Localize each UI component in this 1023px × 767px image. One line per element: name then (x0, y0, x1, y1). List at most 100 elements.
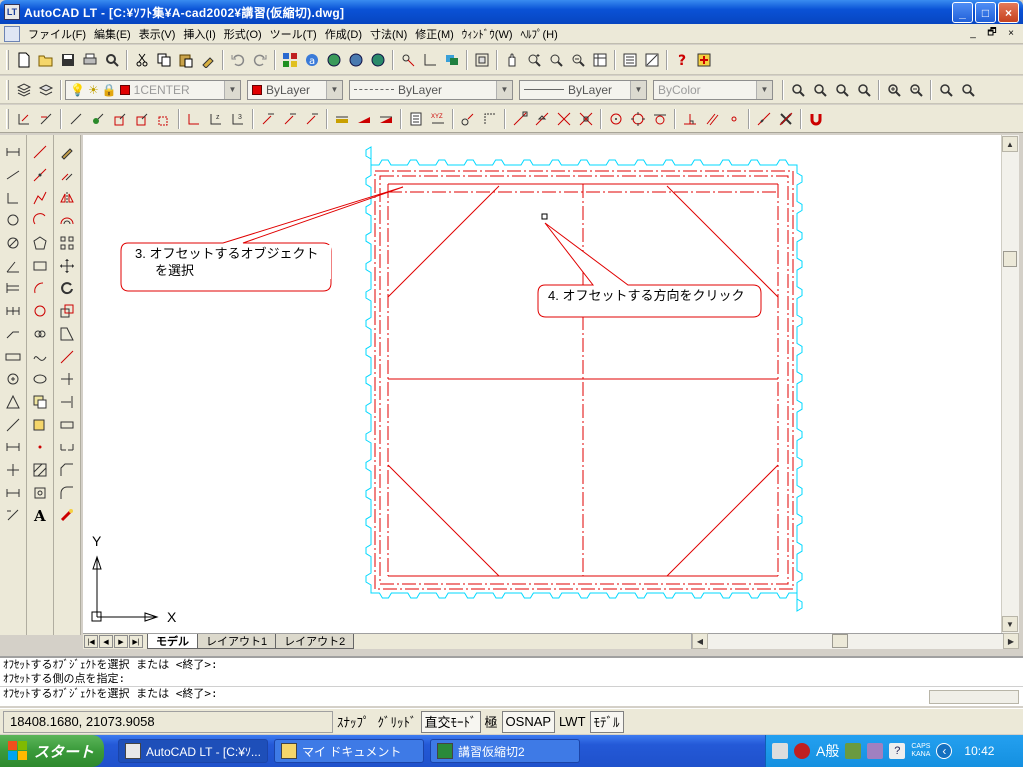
next-tab-icon[interactable]: ▶ (114, 635, 128, 648)
drawing-canvas[interactable]: 3. オフセットするオブジェクト を選択 4. オフセットする方向をクリック Y… (83, 135, 1001, 633)
construction-line-icon[interactable] (29, 164, 51, 187)
horizontal-scroll-thumb[interactable] (832, 634, 848, 648)
osnap-from-icon[interactable] (479, 108, 501, 130)
chamfer-icon[interactable] (56, 459, 78, 482)
make-block-icon[interactable] (29, 413, 51, 436)
menu-window[interactable]: ｳｨﾝﾄﾞｳ(W) (458, 26, 517, 42)
zoom-dynamic-icon[interactable] (809, 79, 831, 101)
tab-layout2[interactable]: レイアウト2 (275, 634, 355, 649)
lengthen-icon[interactable] (56, 345, 78, 368)
linear-dimension-icon[interactable] (13, 108, 35, 130)
chevron-down-icon[interactable]: ▼ (224, 80, 240, 99)
open-icon[interactable] (35, 49, 57, 71)
keyboard-icon[interactable] (772, 743, 788, 759)
zoom-scale-icon[interactable] (831, 79, 853, 101)
zoom-previous-icon[interactable] (567, 49, 589, 71)
menu-modify[interactable]: 修正(M) (411, 26, 458, 42)
menu-edit[interactable]: 編集(E) (90, 26, 135, 42)
dim-baseline-icon[interactable] (2, 277, 24, 300)
preview-icon[interactable] (101, 49, 123, 71)
dimension-update-icon[interactable] (375, 108, 397, 130)
copy-icon[interactable] (153, 49, 175, 71)
dim-style-icon[interactable] (2, 481, 24, 504)
osnap-toggle[interactable]: OSNAP (501, 710, 556, 733)
save-icon[interactable] (57, 49, 79, 71)
array-icon[interactable] (56, 232, 78, 255)
dim-radius-icon[interactable] (2, 209, 24, 232)
extend-icon[interactable] (56, 391, 78, 414)
color-dropdown[interactable]: ByLayer ▼ (247, 79, 343, 100)
ime-mode[interactable]: A般 (816, 741, 839, 761)
aerial-view-icon[interactable] (589, 49, 611, 71)
osnap-parallel-icon[interactable] (701, 108, 723, 130)
mdi-close-button[interactable]: × (1003, 26, 1019, 40)
stretch-icon[interactable] (56, 323, 78, 346)
mdi-restore-button[interactable]: 🗗 (984, 26, 1000, 40)
insert-block-icon[interactable] (29, 391, 51, 414)
chevron-left-icon[interactable]: ‹ (936, 743, 953, 759)
ortho-toggle[interactable]: 直交ﾓｰﾄﾞ (420, 710, 481, 733)
dimension-text-edit-icon[interactable] (353, 108, 375, 130)
chevron-down-icon[interactable]: ▼ (496, 80, 512, 99)
polygon-icon[interactable] (29, 232, 51, 255)
tolerance-icon[interactable] (279, 108, 301, 130)
lineweight-dropdown[interactable]: ByLayer ▼ (519, 79, 647, 100)
leader-icon[interactable] (257, 108, 279, 130)
scroll-down-icon[interactable]: ▼ (1002, 616, 1018, 632)
offset-icon[interactable] (56, 209, 78, 232)
toolbar-grip[interactable] (6, 108, 9, 129)
coordinate-readout[interactable]: 18408.1680, 21073.9058 (3, 710, 333, 733)
dim-text-edit-icon[interactable] (2, 413, 24, 436)
menu-dimension[interactable]: 寸法(N) (366, 26, 411, 42)
3d-view-icon[interactable] (471, 49, 493, 71)
center-mark-circle-icon[interactable] (2, 368, 24, 391)
layer-dropdown[interactable]: 💡 ☀ 🔒 1CENTER ▼ (65, 79, 241, 100)
mirror-icon[interactable] (56, 186, 78, 209)
horizontal-scrollbar[interactable]: ◀ ▶ (691, 633, 1019, 649)
copy-object-icon[interactable] (56, 164, 78, 187)
text-icon[interactable]: A (29, 504, 51, 527)
hatch-icon[interactable] (29, 459, 51, 482)
tolerance-frame-icon[interactable] (2, 345, 24, 368)
dimension-3-icon[interactable]: 3 (227, 108, 249, 130)
zoom-window-icon[interactable] (545, 49, 567, 71)
ime-tool-icon[interactable] (845, 743, 862, 759)
tab-layout1[interactable]: レイアウト1 (197, 634, 277, 649)
web-globe-3-icon[interactable] (367, 49, 389, 71)
command-scrollbar[interactable] (929, 690, 1019, 704)
web-globe-2-icon[interactable] (345, 49, 367, 71)
osnap-tangent-icon[interactable] (649, 108, 671, 130)
scroll-right-icon[interactable]: ▶ (1003, 633, 1019, 649)
dim-continue-icon[interactable] (2, 300, 24, 323)
pan-realtime-icon[interactable] (501, 49, 523, 71)
match-properties-icon[interactable] (197, 49, 219, 71)
line-icon[interactable] (29, 141, 51, 164)
prev-tab-icon[interactable]: ◀ (99, 635, 113, 648)
grid-toggle[interactable]: ｸﾞﾘｯﾄﾞ (374, 711, 421, 733)
assist-icon[interactable] (693, 49, 715, 71)
osnap-none-icon[interactable] (775, 108, 797, 130)
dim-override-icon[interactable] (2, 459, 24, 482)
menu-view[interactable]: 表示(V) (135, 26, 180, 42)
chevron-down-icon[interactable]: ▼ (756, 80, 772, 99)
osnap-center-icon[interactable] (605, 108, 627, 130)
ime-dictionary-icon[interactable] (867, 743, 884, 759)
zoom-realtime-icon[interactable] (523, 49, 545, 71)
command-prompt-line[interactable]: ｵﾌｾｯﾄするｵﾌﾞｼﾞｪｸﾄを選択 または <終了>: (0, 686, 1023, 700)
make-current-layer-icon[interactable] (35, 79, 57, 101)
explode-icon[interactable] (56, 504, 78, 527)
task-my-documents[interactable]: マイ ドキュメント (274, 739, 424, 763)
break-icon[interactable] (56, 413, 78, 436)
start-button[interactable]: スタート (0, 735, 104, 767)
ucs-icon[interactable] (419, 49, 441, 71)
undo-icon[interactable] (227, 49, 249, 71)
ordinate-dimension-icon[interactable] (65, 108, 87, 130)
print-icon[interactable] (79, 49, 101, 71)
ime-help-icon[interactable]: ? (889, 743, 906, 759)
move-icon[interactable] (56, 254, 78, 277)
point-icon[interactable] (29, 436, 51, 459)
hyperlink-icon[interactable]: a (301, 49, 323, 71)
polar-toggle[interactable]: 極 (481, 711, 502, 733)
osnap-endpoint-icon[interactable] (509, 108, 531, 130)
snap-point-icon[interactable] (397, 49, 419, 71)
